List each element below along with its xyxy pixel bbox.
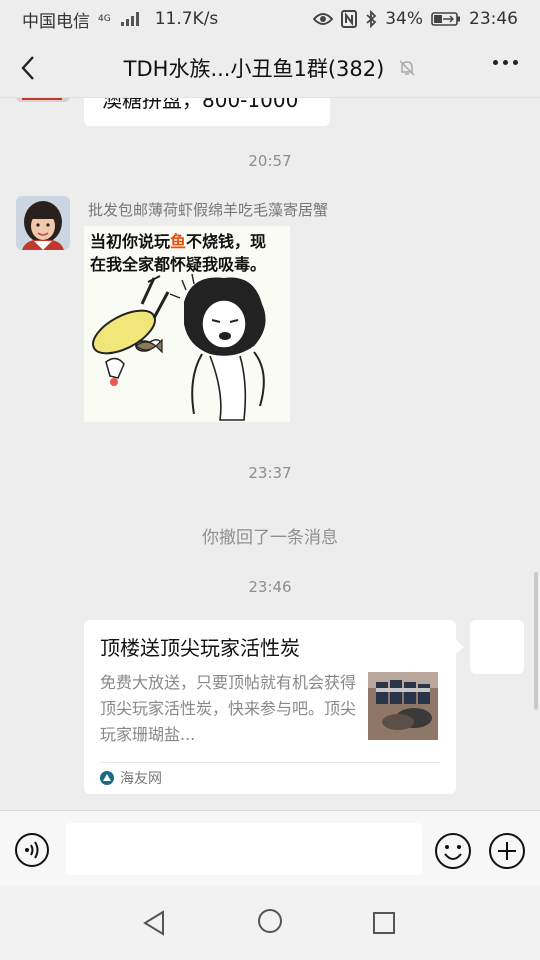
scrollbar[interactable] bbox=[534, 572, 538, 710]
bluetooth-icon bbox=[366, 10, 377, 28]
message-list[interactable]: 澳糖拼盘，800-1000 20:57 批发包邮薄荷虾假绵羊吃毛藻寄居蟹 当初你… bbox=[0, 98, 540, 810]
signal-icon bbox=[120, 12, 139, 26]
timestamp: 23:46 bbox=[248, 578, 292, 596]
nav-back-button[interactable] bbox=[142, 910, 166, 940]
sender-name: 批发包邮薄荷虾假绵羊吃毛藻寄居蟹 bbox=[88, 201, 329, 219]
more-features-button[interactable] bbox=[488, 832, 526, 870]
more-options-button[interactable] bbox=[493, 60, 518, 65]
voice-button[interactable] bbox=[14, 832, 50, 868]
avatar[interactable] bbox=[16, 196, 70, 250]
eye-icon bbox=[313, 13, 334, 25]
chat-header: TDH水族...小丑鱼1群(382) bbox=[0, 38, 540, 98]
sticker-drawing bbox=[92, 274, 266, 421]
timestamp: 23:37 bbox=[248, 464, 292, 482]
message-text: 澳糖拼盘，800-1000 bbox=[102, 98, 299, 112]
card-thumbnail bbox=[368, 672, 438, 740]
recall-notice: 你撤回了一条消息 bbox=[202, 528, 338, 548]
status-left: 中国电信 4G 11.7K/s bbox=[22, 7, 218, 32]
timestamp: 20:57 bbox=[248, 152, 292, 170]
triangle-back-icon bbox=[143, 910, 164, 936]
back-button[interactable] bbox=[12, 51, 44, 85]
card-source: 海友网 bbox=[100, 766, 162, 790]
chat-title[interactable]: TDH水族...小丑鱼1群(382) bbox=[124, 53, 385, 83]
system-nav-bar bbox=[0, 886, 540, 960]
chat-screen: 中国电信 4G 11.7K/s 34% 23:46 TDH水族...小丑鱼1群(… bbox=[0, 0, 540, 960]
smiley-icon bbox=[435, 833, 471, 869]
nav-home-button[interactable] bbox=[257, 908, 283, 938]
input-bar bbox=[0, 810, 540, 886]
chevron-left-icon bbox=[21, 56, 34, 80]
avatar[interactable] bbox=[16, 98, 70, 102]
battery-icon bbox=[431, 12, 460, 26]
sticker-caption-line2: 在我全家都怀疑我吸毒。 bbox=[90, 255, 267, 274]
plus-icon bbox=[489, 833, 525, 869]
card-description: 免费大放送，只要顶帖就有机会获得顶尖玩家活性炭，快来参与吧。顶尖玩家珊瑚盐... bbox=[100, 673, 357, 744]
battery-percent: 34% bbox=[385, 9, 423, 29]
nav-recents-button[interactable] bbox=[372, 911, 396, 939]
sticker-caption-part: 不烧钱，现 bbox=[186, 232, 267, 251]
avatar[interactable] bbox=[470, 620, 524, 674]
source-name: 海友网 bbox=[120, 771, 162, 787]
message-input[interactable] bbox=[66, 823, 422, 875]
square-recents-icon bbox=[373, 912, 395, 934]
nfc-icon bbox=[341, 10, 358, 28]
bell-muted-icon bbox=[398, 59, 416, 77]
net-speed: 11.7K/s bbox=[154, 9, 219, 29]
status-bar: 中国电信 4G 11.7K/s 34% 23:46 bbox=[0, 0, 540, 38]
voice-icon bbox=[15, 833, 49, 867]
emoji-button[interactable] bbox=[434, 832, 472, 870]
sticker-image[interactable]: 当初你说玩鱼不烧钱，现 在我全家都怀疑我吸毒。 bbox=[84, 226, 290, 422]
sticker-caption: 当初你说玩鱼不烧钱，现 在我全家都怀疑我吸毒。 bbox=[90, 230, 266, 276]
sticker-caption-highlight: 鱼 bbox=[170, 232, 187, 251]
card-divider bbox=[100, 762, 440, 763]
card-title: 顶楼送顶尖玩家活性炭 bbox=[100, 636, 300, 660]
sticker-caption-part: 当初你说玩 bbox=[90, 232, 171, 251]
carrier-label: 中国电信 bbox=[22, 11, 90, 32]
message-bubble[interactable]: 澳糖拼盘，800-1000 bbox=[84, 98, 330, 126]
source-logo-icon bbox=[100, 771, 114, 785]
circle-home-icon bbox=[258, 909, 282, 933]
status-right: 34% 23:46 bbox=[313, 9, 518, 29]
network-type-label: 4G bbox=[98, 13, 111, 24]
link-card[interactable]: 顶楼送顶尖玩家活性炭 免费大放送，只要顶帖就有机会获得顶尖玩家活性炭，快来参与吧… bbox=[84, 620, 464, 794]
clock: 23:46 bbox=[469, 9, 518, 29]
